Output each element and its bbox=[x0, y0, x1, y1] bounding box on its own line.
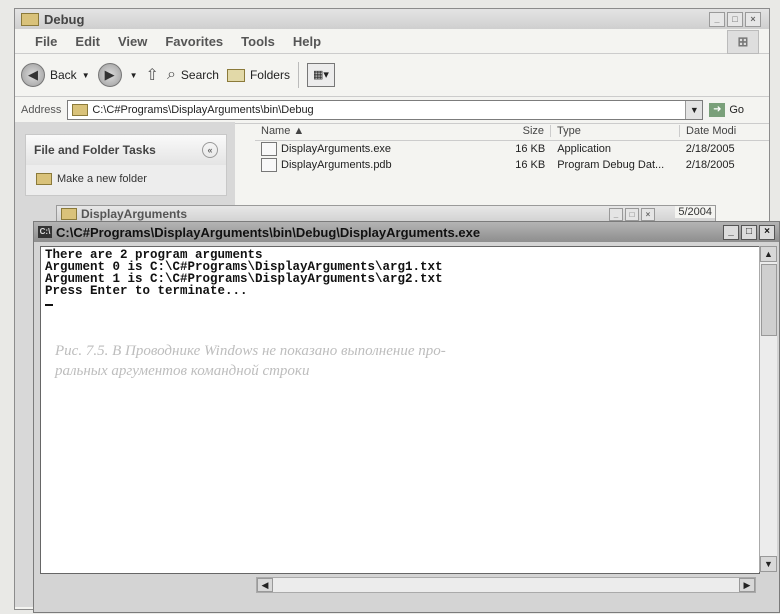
folder-icon bbox=[21, 12, 39, 26]
scroll-left-icon[interactable]: ◀ bbox=[257, 578, 273, 592]
column-date[interactable]: Date Modi bbox=[679, 125, 769, 137]
back-label: Back bbox=[50, 68, 77, 82]
menu-bar: File Edit View Favorites Tools Help ⊞ bbox=[15, 29, 769, 54]
maximize-button[interactable]: □ bbox=[625, 208, 639, 221]
close-button[interactable]: × bbox=[745, 12, 761, 27]
column-type[interactable]: Type bbox=[550, 125, 679, 137]
search-icon: ⌕ bbox=[166, 66, 176, 83]
menu-view[interactable]: View bbox=[118, 34, 147, 49]
maximize-button[interactable]: □ bbox=[741, 225, 757, 240]
folders-button[interactable]: Folders bbox=[226, 68, 290, 82]
address-dropdown-icon[interactable]: ▼ bbox=[685, 101, 703, 119]
console-title-bar[interactable]: C:\ C:\C#Programs\DisplayArguments\bin\D… bbox=[34, 222, 779, 242]
close-button[interactable]: × bbox=[641, 208, 655, 221]
minimize-button[interactable]: _ bbox=[723, 225, 739, 240]
collapse-icon[interactable]: « bbox=[202, 142, 218, 158]
file-list-header: Name ▲ Size Type Date Modi bbox=[255, 122, 769, 141]
menu-favorites[interactable]: Favorites bbox=[165, 34, 223, 49]
minimize-button[interactable]: _ bbox=[609, 208, 623, 221]
menu-file[interactable]: File bbox=[35, 34, 57, 49]
file-type: Application bbox=[557, 143, 612, 155]
explorer-title: Debug bbox=[44, 11, 85, 27]
window-controls: _ □ × bbox=[723, 225, 775, 240]
minimize-button[interactable]: _ bbox=[709, 12, 725, 27]
file-type: Program Debug Dat... bbox=[557, 159, 665, 171]
horizontal-scrollbar[interactable]: ◀ ▶ bbox=[256, 577, 756, 593]
folder-icon bbox=[72, 104, 89, 116]
scroll-up-icon[interactable]: ▲ bbox=[760, 246, 777, 262]
new-folder-icon bbox=[36, 173, 52, 185]
file-size: 16 KB bbox=[515, 159, 546, 171]
column-size[interactable]: Size bbox=[485, 125, 550, 137]
column-name[interactable]: Name ▲ bbox=[255, 125, 485, 137]
forward-button[interactable]: ▶ bbox=[97, 63, 122, 87]
windows-logo-icon: ⊞ bbox=[727, 30, 759, 54]
file-row[interactable]: DisplayArguments.pdb 16 KB Program Debug… bbox=[255, 157, 769, 173]
toolbar: ◀ Back ▼ ▶ ▼ ⇧ ⌕ Search Folders ▦▾ bbox=[15, 54, 769, 97]
explorer-title-bar[interactable]: Debug _ □ × bbox=[15, 9, 769, 29]
back-dropdown-icon[interactable]: ▼ bbox=[82, 71, 90, 80]
search-button[interactable]: ⌕ Search bbox=[167, 66, 219, 84]
window-controls: _ □ × bbox=[609, 208, 655, 221]
exe-file-icon bbox=[261, 142, 277, 156]
console-window: C:\ C:\C#Programs\DisplayArguments\bin\D… bbox=[33, 221, 780, 613]
tasks-header-label: File and Folder Tasks bbox=[34, 143, 156, 157]
toolbar-separator bbox=[297, 62, 299, 88]
close-button[interactable]: × bbox=[759, 225, 775, 240]
pdb-file-icon bbox=[261, 158, 277, 172]
file-size: 16 KB bbox=[515, 143, 546, 155]
go-arrow-icon: ➜ bbox=[709, 103, 726, 117]
search-label: Search bbox=[180, 68, 219, 82]
maximize-button[interactable]: □ bbox=[727, 12, 743, 27]
file-folder-tasks: File and Folder Tasks « Make a new folde… bbox=[25, 134, 227, 196]
up-folder-icon[interactable]: ⇧ bbox=[146, 65, 159, 85]
back-arrow-icon: ◀ bbox=[21, 63, 45, 87]
address-bar: Address C:\C#Programs\DisplayArguments\b… bbox=[15, 97, 769, 124]
file-name: DisplayArguments.exe bbox=[255, 142, 486, 156]
window-controls: _ □ × bbox=[709, 12, 761, 27]
make-new-folder-label: Make a new folder bbox=[57, 173, 147, 185]
make-new-folder-link[interactable]: Make a new folder bbox=[26, 165, 226, 193]
address-input[interactable]: C:\C#Programs\DisplayArguments\bin\Debug… bbox=[67, 100, 704, 120]
menu-tools[interactable]: Tools bbox=[241, 34, 275, 49]
back-button[interactable]: ◀ Back ▼ bbox=[21, 63, 90, 87]
text-cursor bbox=[45, 304, 53, 306]
date-fragment: 5/2004 bbox=[675, 206, 715, 218]
file-list: Name ▲ Size Type Date Modi DisplayArgume… bbox=[255, 122, 769, 173]
console-output[interactable]: There are 2 program arguments Argument 0… bbox=[40, 246, 760, 574]
go-button[interactable]: ➜ Go bbox=[709, 103, 744, 117]
views-button[interactable]: ▦▾ bbox=[306, 63, 335, 87]
vertical-scrollbar[interactable]: ▲ ▼ bbox=[759, 246, 777, 572]
scroll-down-icon[interactable]: ▼ bbox=[760, 556, 777, 572]
address-value: C:\C#Programs\DisplayArguments\bin\Debug bbox=[92, 104, 314, 116]
file-date: 2/18/2005 bbox=[685, 143, 735, 155]
console-title: C:\C#Programs\DisplayArguments\bin\Debug… bbox=[56, 224, 481, 240]
tasks-header[interactable]: File and Folder Tasks « bbox=[26, 135, 226, 165]
mini-window-title: DisplayArguments bbox=[81, 207, 188, 221]
forward-dropdown-icon[interactable]: ▼ bbox=[130, 71, 138, 80]
menu-edit[interactable]: Edit bbox=[75, 34, 100, 49]
bleed-through-text: Рис. 7.5. В Проводнике Windows не показа… bbox=[55, 343, 446, 359]
folder-icon bbox=[61, 208, 77, 220]
folders-icon bbox=[226, 68, 245, 82]
file-row[interactable]: DisplayArguments.exe 16 KB Application 2… bbox=[255, 141, 769, 157]
menu-help[interactable]: Help bbox=[293, 34, 321, 49]
scroll-thumb[interactable] bbox=[761, 264, 777, 336]
console-icon: C:\ bbox=[38, 226, 52, 238]
bleed-through-text: ральных аргументов командной строки bbox=[55, 363, 310, 379]
console-text: There are 2 program arguments Argument 0… bbox=[41, 247, 759, 311]
file-name: DisplayArguments.pdb bbox=[255, 158, 486, 172]
address-label: Address bbox=[21, 104, 62, 116]
scroll-right-icon[interactable]: ▶ bbox=[739, 578, 755, 592]
console-line: Press Enter to terminate... bbox=[45, 284, 248, 298]
file-date: 2/18/2005 bbox=[685, 159, 735, 171]
folders-label: Folders bbox=[249, 68, 290, 82]
go-label: Go bbox=[729, 104, 745, 116]
